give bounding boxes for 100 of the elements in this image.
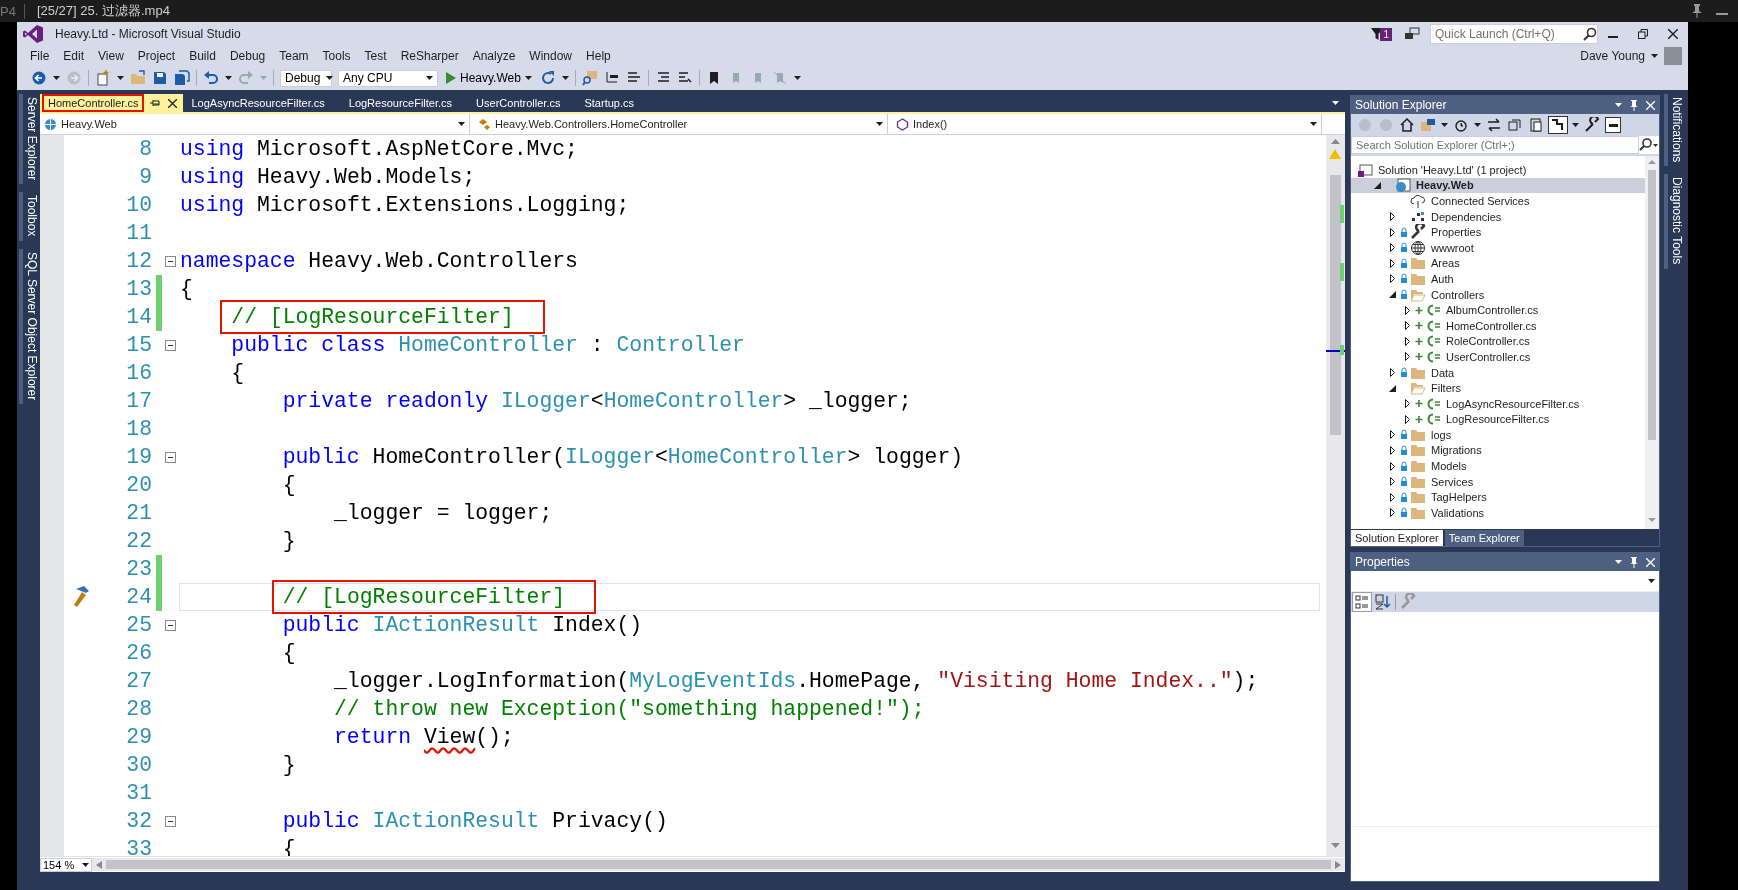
tree-item[interactable]: Connected Services	[1351, 193, 1645, 209]
tool-window-tab[interactable]: Notifications	[1664, 94, 1684, 167]
refresh-icon[interactable]	[539, 70, 556, 86]
tree-item[interactable]: logs	[1351, 427, 1645, 443]
collapsed-arrow-icon[interactable]	[1389, 274, 1395, 284]
collapsed-arrow-icon[interactable]	[1389, 430, 1395, 440]
tree-item[interactable]: TagHelpers	[1351, 489, 1645, 506]
tree-item[interactable]: Services	[1351, 473, 1645, 490]
collapsed-arrow-icon[interactable]	[1389, 368, 1395, 377]
tree-item[interactable]: LogResourceFilter.cs	[1351, 411, 1645, 428]
collapsed-arrow-icon[interactable]	[1404, 399, 1410, 409]
collapsed-arrow-icon[interactable]	[1389, 492, 1395, 502]
close-icon[interactable]	[1668, 29, 1678, 39]
expanded-arrow-icon[interactable]	[1388, 384, 1396, 392]
preview-icon[interactable]	[1605, 117, 1621, 133]
undo-icon[interactable]	[203, 70, 219, 86]
restore-icon[interactable]	[1638, 29, 1648, 39]
pin-icon[interactable]	[1630, 99, 1638, 111]
pin-icon[interactable]	[1630, 556, 1638, 568]
collapsed-arrow-icon[interactable]	[1389, 461, 1395, 471]
panel-tab[interactable]: Solution Explorer	[1351, 530, 1443, 546]
collapsed-arrow-icon[interactable]	[1389, 258, 1395, 268]
menu-item[interactable]: Window	[522, 48, 580, 64]
tree-item[interactable]: Data	[1351, 364, 1645, 381]
tree-item[interactable]: Properties	[1351, 224, 1645, 240]
sync-icon[interactable]	[1549, 117, 1567, 133]
tree-item[interactable]: Models	[1351, 458, 1645, 474]
switch-views-icon[interactable]	[1420, 117, 1436, 133]
menu-item[interactable]: File	[23, 48, 57, 64]
feedback-icon[interactable]	[1404, 27, 1420, 41]
back-icon[interactable]	[31, 70, 47, 86]
collapsed-arrow-icon[interactable]	[1389, 477, 1395, 487]
collapse-toggle[interactable]	[165, 619, 176, 631]
editor-tab[interactable]: HomeController.cs	[40, 94, 184, 112]
menu-item[interactable]: Analyze	[465, 48, 523, 64]
configuration-dropdown[interactable]: Debug	[280, 69, 332, 87]
sort-alphabetically-icon[interactable]	[1374, 593, 1392, 611]
platform-dropdown[interactable]: Any CPU	[338, 69, 438, 87]
collapsed-arrow-icon[interactable]	[1404, 321, 1410, 331]
tree-item[interactable]: HomeController.cs	[1351, 317, 1645, 334]
scroll-left-icon[interactable]	[96, 860, 102, 869]
editor-tab[interactable]: LogAsyncResourceFilter.cs	[183, 94, 341, 112]
show-all-files-icon[interactable]	[1528, 117, 1544, 133]
collapsed-arrow-icon[interactable]	[1404, 336, 1410, 346]
scroll-right-icon[interactable]	[1335, 860, 1341, 869]
tree-item[interactable]: Filters	[1351, 380, 1645, 396]
menu-item[interactable]: Debug	[222, 48, 273, 64]
search-field[interactable]: Search Solution Explorer (Ctrl+;)	[1351, 136, 1639, 154]
vertical-scrollbar[interactable]	[1645, 156, 1659, 529]
save-icon[interactable]	[152, 70, 168, 86]
sync-arrows-icon[interactable]	[1486, 117, 1502, 133]
collapse-toggle[interactable]	[165, 255, 176, 267]
user-menu[interactable]: Dave Young	[1580, 49, 1645, 63]
home-icon[interactable]	[1399, 117, 1415, 133]
tool-window-tab[interactable]: Diagnostic Tools	[1664, 174, 1684, 269]
dropdown-icon[interactable]	[1615, 560, 1622, 564]
collapse-toggle[interactable]	[165, 815, 176, 827]
start-button[interactable]: Heavy.Web	[444, 71, 534, 85]
pin-icon[interactable]	[150, 99, 161, 107]
categorized-icon[interactable]	[1353, 593, 1371, 611]
menu-item[interactable]: Tools	[315, 48, 358, 64]
folder-icon[interactable]	[130, 70, 146, 86]
editor-tab[interactable]: Startup.cs	[576, 94, 650, 112]
pending-changes-icon[interactable]	[1453, 117, 1469, 133]
tree-item[interactable]: wwwroot	[1351, 239, 1645, 256]
tree-item[interactable]: Validations	[1351, 505, 1645, 521]
pin-icon[interactable]	[1692, 4, 1702, 18]
dropdown-icon[interactable]	[1615, 103, 1622, 107]
menu-item[interactable]: Help	[579, 48, 618, 64]
step-icon[interactable]	[603, 70, 620, 86]
collapse-toggle[interactable]	[165, 451, 176, 463]
tree-item[interactable]: Migrations	[1351, 442, 1645, 459]
collapsed-arrow-icon[interactable]	[1389, 446, 1395, 455]
collapse-toggle[interactable]	[165, 339, 176, 351]
menu-item[interactable]: View	[91, 48, 131, 64]
collapsed-arrow-icon[interactable]	[1404, 352, 1410, 362]
tree-item[interactable]: Dependencies	[1351, 208, 1645, 225]
tree-item[interactable]: RoleController.cs	[1351, 333, 1645, 350]
collapsed-arrow-icon[interactable]	[1389, 212, 1395, 222]
tree-item[interactable]: Auth	[1351, 271, 1645, 287]
vertical-scrollbar[interactable]	[1326, 135, 1345, 856]
find-in-files-icon[interactable]	[581, 70, 598, 86]
tree-item[interactable]: LogAsyncResourceFilter.cs	[1351, 395, 1645, 412]
tree-item[interactable]: Controllers	[1351, 286, 1645, 303]
zoom-dropdown[interactable]: 154 %	[40, 857, 92, 872]
menu-item[interactable]: Test	[357, 48, 394, 64]
new-item-icon[interactable]	[95, 70, 111, 86]
menu-item[interactable]: ReSharper	[393, 48, 466, 64]
menu-item[interactable]: Team	[272, 48, 316, 64]
properties-icon[interactable]	[1584, 117, 1600, 133]
panel-tab[interactable]: Team Explorer	[1444, 530, 1524, 546]
tree-item[interactable]: AlbumController.cs	[1351, 302, 1645, 318]
horizontal-scrollbar[interactable]	[92, 858, 1345, 871]
menu-item[interactable]: Project	[130, 48, 183, 64]
tree-item[interactable]: Areas	[1351, 255, 1645, 272]
collapsed-arrow-icon[interactable]	[1389, 227, 1395, 237]
expanded-arrow-icon[interactable]	[1373, 181, 1381, 189]
quick-launch-field[interactable]: Quick Launch (Ctrl+Q)	[1430, 24, 1598, 44]
collapsed-arrow-icon[interactable]	[1404, 414, 1410, 424]
editor-tab[interactable]: LogResourceFilter.cs	[340, 94, 469, 112]
